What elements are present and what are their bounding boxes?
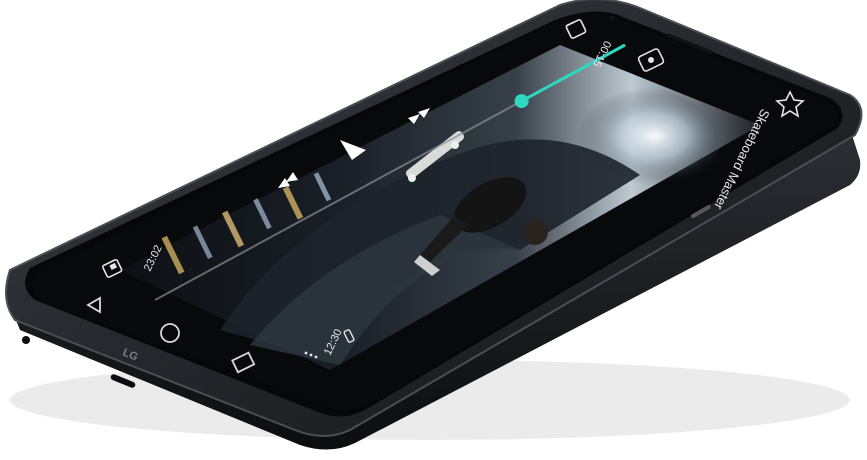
phone-scene: 23:02 00:15 Skateboard Master 12:30 LG	[0, 0, 867, 460]
headphone-jack	[22, 336, 30, 344]
phone-illustration: 23:02 00:15 Skateboard Master 12:30 LG	[5, 0, 863, 450]
front-camera	[609, 15, 615, 21]
progress-thumb[interactable]	[514, 94, 529, 109]
